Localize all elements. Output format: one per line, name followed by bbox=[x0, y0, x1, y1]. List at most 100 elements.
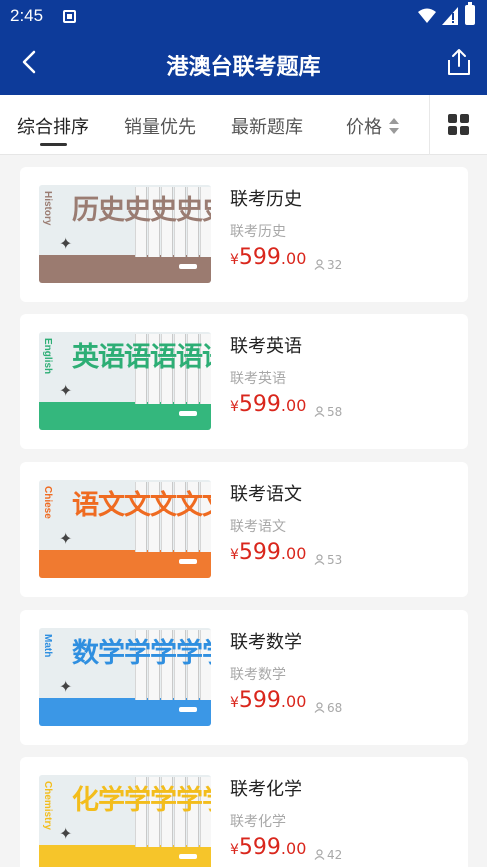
product-info: 联考历史 联考历史 ¥599.00 32 bbox=[230, 185, 342, 272]
cover-subject-english: Chiese bbox=[42, 486, 53, 519]
price-decimal: .00 bbox=[280, 396, 307, 415]
cover-color-band bbox=[39, 255, 211, 283]
cover-color-band bbox=[39, 550, 211, 578]
status-bar: 2:45 bbox=[0, 0, 487, 32]
product-subtitle: 联考语文 bbox=[230, 519, 286, 535]
person-icon bbox=[314, 849, 325, 860]
product-name: 联考历史 bbox=[230, 189, 302, 210]
person-icon bbox=[314, 554, 325, 565]
price-integer: 599 bbox=[238, 688, 281, 713]
buyer-count-value: 68 bbox=[327, 701, 343, 715]
price-currency: ¥ bbox=[230, 252, 239, 268]
buyer-count: 42 bbox=[314, 848, 342, 862]
price-currency: ¥ bbox=[230, 547, 239, 563]
product-card[interactable]: 历史史史史史History✦联考历史联考历史¥599.0032 bbox=[20, 167, 468, 302]
price-integer: 599 bbox=[238, 392, 281, 417]
buyer-count-value: 58 bbox=[327, 405, 343, 419]
cover-subject-title: 化学学学学学 bbox=[72, 778, 211, 817]
product-name: 联考化学 bbox=[230, 779, 302, 800]
cover-logo bbox=[179, 559, 197, 564]
product-subtitle: 联考数学 bbox=[230, 667, 286, 683]
cover-repeated-title: 学学学学 bbox=[124, 638, 211, 669]
product-subtitle: 联考英语 bbox=[230, 371, 286, 387]
buyer-count: 32 bbox=[314, 258, 342, 272]
cover-logo bbox=[179, 411, 197, 416]
product-card[interactable]: 英语语语语语English✦联考英语联考英语¥599.0058 bbox=[20, 314, 468, 449]
cover-subject-title: 英语语语语语 bbox=[72, 335, 211, 374]
active-tab-indicator bbox=[40, 143, 67, 146]
price-integer: 599 bbox=[238, 540, 281, 565]
price-currency: ¥ bbox=[230, 399, 239, 415]
cover-color-band bbox=[39, 698, 211, 726]
status-time: 2:45 bbox=[10, 6, 44, 25]
divider bbox=[429, 95, 430, 155]
product-subtitle: 联考化学 bbox=[230, 814, 286, 830]
product-info: 联考化学 联考化学 ¥599.00 42 bbox=[230, 775, 342, 862]
cover-subject-english: History bbox=[42, 191, 53, 226]
cover-repeated-title: 史史史史 bbox=[124, 195, 211, 226]
cover-subject-english: Chemistry bbox=[42, 781, 53, 830]
product-name: 联考英语 bbox=[230, 336, 302, 357]
sort-arrows-icon[interactable] bbox=[388, 117, 400, 135]
sparkle-icon: ✦ bbox=[59, 677, 73, 696]
price-currency: ¥ bbox=[230, 842, 239, 858]
cover-repeated-title: 学学学学 bbox=[124, 785, 211, 816]
header-bar: 港澳台联考题库 bbox=[0, 32, 487, 95]
cover-subject-title: 历史史史史史 bbox=[72, 188, 211, 227]
cover-subject-title: 语文文文文文 bbox=[72, 483, 211, 522]
product-info: 联考英语 联考英语 ¥599.00 58 bbox=[230, 332, 342, 419]
cover-repeated-title: 语语语语 bbox=[124, 342, 211, 373]
battery-icon bbox=[465, 2, 475, 25]
buyer-count: 58 bbox=[314, 405, 342, 419]
cover-subject-title: 数学学学学学 bbox=[72, 631, 211, 670]
product-subtitle: 联考历史 bbox=[230, 224, 286, 240]
cover-color-band bbox=[39, 402, 211, 430]
buyer-count: 68 bbox=[314, 701, 342, 715]
product-info: 联考数学 联考数学 ¥599.00 68 bbox=[230, 628, 342, 715]
product-card[interactable]: 语文文文文文Chiese✦联考语文联考语文¥599.0053 bbox=[20, 462, 468, 597]
price-integer: 599 bbox=[238, 245, 281, 270]
tab-sales-first[interactable]: 销量优先 bbox=[124, 113, 196, 139]
person-icon bbox=[314, 702, 325, 713]
buyer-count-value: 53 bbox=[327, 553, 343, 567]
tab-price[interactable]: 价格 bbox=[346, 113, 382, 139]
product-name: 联考语文 bbox=[230, 484, 302, 505]
product-price: ¥599.00 bbox=[230, 540, 306, 565]
product-price: ¥599.00 bbox=[230, 392, 306, 417]
cover-logo bbox=[179, 264, 197, 269]
sparkle-icon: ✦ bbox=[59, 824, 73, 843]
share-icon[interactable] bbox=[445, 47, 473, 77]
wifi-icon bbox=[418, 8, 436, 23]
product-card[interactable]: 化学学学学学Chemistry✦联考化学联考化学¥599.0042 bbox=[20, 757, 468, 867]
price-decimal: .00 bbox=[280, 544, 307, 563]
product-info: 联考语文 联考语文 ¥599.00 53 bbox=[230, 480, 342, 567]
price-decimal: .00 bbox=[280, 839, 307, 858]
product-price: ¥599.00 bbox=[230, 688, 306, 713]
product-name: 联考数学 bbox=[230, 632, 302, 653]
notification-app-icon bbox=[63, 10, 76, 23]
tab-comprehensive-sort[interactable]: 综合排序 bbox=[17, 113, 89, 139]
cover-logo bbox=[179, 854, 197, 859]
page-title: 港澳台联考题库 bbox=[166, 55, 321, 80]
price-currency: ¥ bbox=[230, 695, 239, 711]
person-icon bbox=[314, 259, 325, 270]
product-cover-image: 英语语语语语 English ✦ bbox=[39, 332, 211, 430]
buyer-count-value: 42 bbox=[327, 848, 343, 862]
grid-view-icon[interactable] bbox=[448, 114, 469, 135]
buyer-count: 53 bbox=[314, 553, 342, 567]
tab-newest[interactable]: 最新题库 bbox=[231, 113, 303, 139]
product-cover-image: 历史史史史史 History ✦ bbox=[39, 185, 211, 283]
cover-subject-english: English bbox=[42, 338, 53, 375]
price-integer: 599 bbox=[238, 835, 281, 860]
price-decimal: .00 bbox=[280, 692, 307, 711]
product-cover-image: 化学学学学学 Chemistry ✦ bbox=[39, 775, 211, 867]
cover-repeated-title: 文文文文 bbox=[124, 490, 211, 521]
price-decimal: .00 bbox=[280, 249, 307, 268]
product-price: ¥599.00 bbox=[230, 245, 306, 270]
cover-logo bbox=[179, 707, 197, 712]
product-card[interactable]: 数学学学学学Math✦联考数学联考数学¥599.0068 bbox=[20, 610, 468, 745]
buyer-count-value: 32 bbox=[327, 258, 343, 272]
product-cover-image: 数学学学学学 Math ✦ bbox=[39, 628, 211, 726]
sort-bar: 综合排序 销量优先 最新题库 价格 bbox=[0, 95, 487, 155]
person-icon bbox=[314, 406, 325, 417]
